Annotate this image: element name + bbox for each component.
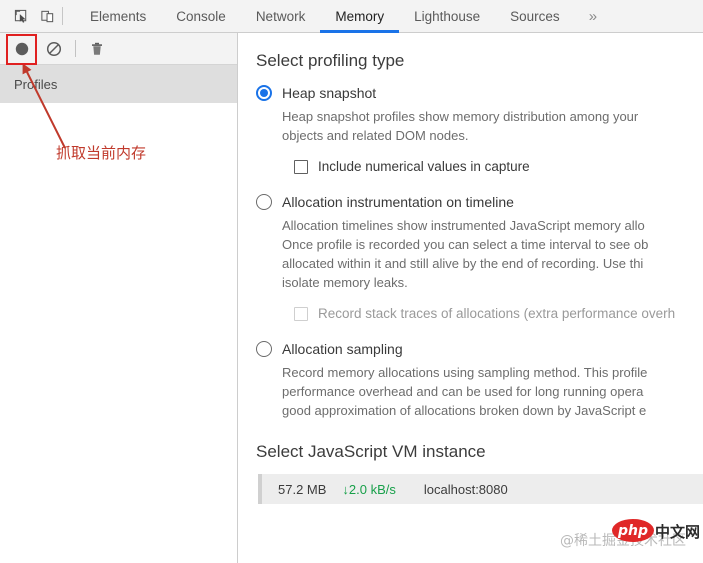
description-line: isolate memory leaks. xyxy=(282,275,408,290)
tab-lighthouse[interactable]: Lighthouse xyxy=(399,0,495,32)
tab-memory[interactable]: Memory xyxy=(320,0,399,33)
sidebar-section-profiles[interactable]: Profiles xyxy=(0,65,237,103)
vm-memory-size: 57.2 MB xyxy=(278,481,327,497)
option-allocation-sampling[interactable]: Allocation sampling Record memory alloca… xyxy=(256,341,703,420)
description-line: Record memory allocations using sampling… xyxy=(282,365,648,380)
watermark-chinese-site: 中文网 xyxy=(655,523,701,541)
description-line: objects and related DOM nodes. xyxy=(282,128,469,143)
record-button[interactable] xyxy=(8,36,36,62)
tab-label: Memory xyxy=(335,8,385,24)
tab-label: Sources xyxy=(510,8,560,24)
page-title: Select profiling type xyxy=(256,51,405,70)
tab-network[interactable]: Network xyxy=(241,0,321,32)
tab-sources[interactable]: Sources xyxy=(495,0,575,32)
devtools-body: Profiles Select profiling type Heap snap… xyxy=(0,33,703,563)
devtools-tab-bar: Elements Console Network Memory Lighthou… xyxy=(0,0,703,33)
description-line: Allocation timelines show instrumented J… xyxy=(282,218,645,233)
annotation-label: 抓取当前内存 xyxy=(56,144,147,162)
memory-sidebar: Profiles xyxy=(0,33,238,563)
tab-elements[interactable]: Elements xyxy=(75,0,161,32)
checkbox-label: Include numerical values in capture xyxy=(318,159,530,174)
profiles-list-empty xyxy=(0,103,237,563)
option-label: Heap snapshot xyxy=(282,85,377,101)
more-tabs-label: » xyxy=(588,7,598,25)
option-allocation-instrumentation[interactable]: Allocation instrumentation on timeline A… xyxy=(256,194,703,321)
sidebar-toolbar-divider xyxy=(75,40,76,57)
tab-label: Console xyxy=(176,8,226,24)
vm-instance-title: Select JavaScript VM instance xyxy=(256,442,486,461)
description-line: good approximation of allocations broken… xyxy=(282,403,647,418)
tab-label: Network xyxy=(255,8,306,24)
tab-bar-divider xyxy=(62,7,63,25)
option-allocation-sampling-description: Record memory allocations using sampling… xyxy=(282,363,703,420)
tab-bar-icon-group xyxy=(0,0,75,32)
option-heap-snapshot-description: Heap snapshot profiles show memory distr… xyxy=(282,107,703,145)
description-line: Heap snapshot profiles show memory distr… xyxy=(282,109,639,124)
inspect-element-icon[interactable] xyxy=(8,3,34,29)
radio-heap-snapshot[interactable] xyxy=(256,85,272,101)
device-toolbar-icon[interactable] xyxy=(34,3,60,29)
description-line: performance overhead and can be used for… xyxy=(282,384,644,399)
vm-memory-rate: ↓2.0 kB/s xyxy=(342,481,396,497)
option-label: Allocation sampling xyxy=(282,341,403,357)
radio-allocation-instrumentation[interactable] xyxy=(256,194,272,210)
tab-label: Lighthouse xyxy=(414,8,481,24)
checkbox-label: Record stack traces of allocations (extr… xyxy=(318,306,676,321)
checkbox-record-stack-traces[interactable]: Record stack traces of allocations (extr… xyxy=(294,306,703,321)
vm-host-label: localhost:8080 xyxy=(423,481,508,497)
option-allocation-sampling-header[interactable]: Allocation sampling xyxy=(256,341,703,357)
radio-allocation-sampling[interactable] xyxy=(256,341,272,357)
profiling-type-panel: Select profiling type Heap snapshot Heap… xyxy=(238,33,703,563)
delete-profile-icon[interactable] xyxy=(83,36,111,62)
watermark-php-logo: php xyxy=(612,519,654,542)
option-allocation-instrumentation-description: Allocation timelines show instrumented J… xyxy=(282,216,703,292)
sidebar-section-label: Profiles xyxy=(14,76,58,92)
description-line: allocated within it and still alive by t… xyxy=(282,256,644,271)
more-tabs-icon[interactable]: » xyxy=(575,0,611,32)
option-heap-snapshot-header[interactable]: Heap snapshot xyxy=(256,85,703,101)
option-label: Allocation instrumentation on timeline xyxy=(282,194,514,210)
option-allocation-instrumentation-header[interactable]: Allocation instrumentation on timeline xyxy=(256,194,703,210)
sidebar-toolbar xyxy=(0,33,237,65)
description-line: Once profile is recorded you can select … xyxy=(282,237,649,252)
vm-instance-row[interactable]: 57.2 MB ↓2.0 kB/s localhost:8080 xyxy=(258,474,703,504)
clear-profiles-button[interactable] xyxy=(40,36,68,62)
tab-console[interactable]: Console xyxy=(161,0,241,32)
checkbox-box[interactable] xyxy=(294,159,308,174)
option-heap-snapshot[interactable]: Heap snapshot Heap snapshot profiles sho… xyxy=(256,85,703,174)
checkbox-box[interactable] xyxy=(294,306,308,321)
tab-label: Elements xyxy=(90,8,147,24)
tab-list: Elements Console Network Memory Lighthou… xyxy=(75,0,575,33)
checkbox-include-numerical-values[interactable]: Include numerical values in capture xyxy=(294,159,703,174)
